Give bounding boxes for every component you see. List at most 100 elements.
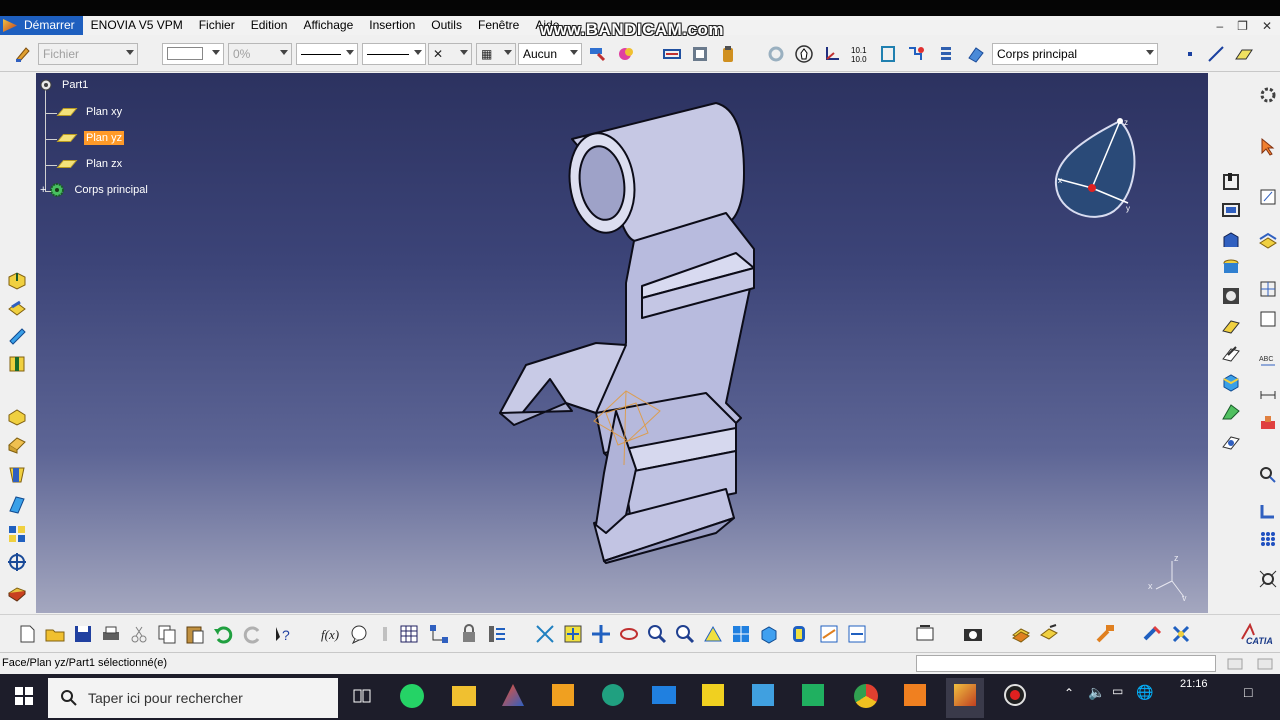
layer-icon-select[interactable]: ▦ [476,43,516,65]
axis-system-icon[interactable] [822,44,842,64]
sketch-icon[interactable] [1258,187,1278,207]
fillet-icon[interactable] [6,405,28,427]
minimize-icon[interactable]: – [1216,19,1223,33]
taskbar-clock[interactable]: 21:16 [1180,678,1208,690]
menu-insertion[interactable]: Insertion [361,16,423,35]
menu-demarrer[interactable]: Démarrer [0,16,83,35]
chrome-icon[interactable] [854,684,878,708]
tree-item-plan-yz[interactable]: Plan yz [56,131,125,145]
redo-icon[interactable] [242,623,264,645]
menu-fichier[interactable]: Fichier [191,16,243,35]
status-tool-icon[interactable] [1256,656,1274,672]
knowledge-icon[interactable] [348,623,370,645]
text-icon[interactable]: ABC [1258,351,1278,371]
layers-icon[interactable] [1258,231,1278,251]
print-icon[interactable] [100,623,122,645]
layer-select[interactable]: Aucun [518,43,582,65]
pad-icon[interactable] [6,269,28,291]
chevron-up-icon[interactable]: ⌃ [1064,686,1074,700]
close-icon[interactable]: ✕ [1262,19,1272,33]
table-icon[interactable] [398,623,420,645]
app-icon[interactable] [904,684,926,706]
constraint-icon[interactable] [1220,315,1242,337]
solid-icon[interactable] [6,581,28,603]
search-zoom-icon[interactable] [1258,465,1278,485]
grid-icon[interactable] [1258,279,1278,299]
store-icon[interactable] [552,684,574,706]
fit-all-in-icon[interactable] [562,623,584,645]
lock-icon[interactable] [458,623,480,645]
select-arrow-icon[interactable] [1258,137,1278,157]
tree-item-corps-principal[interactable]: + Corps principal [40,181,150,199]
hide-icon[interactable] [818,623,840,645]
surface-icon[interactable] [1220,401,1242,423]
tree-structure-icon[interactable] [428,623,450,645]
cylinder-icon[interactable] [1220,257,1242,279]
formula-icon[interactable]: f(x) [320,623,342,645]
save-icon[interactable] [72,623,94,645]
pattern-icon[interactable] [6,523,28,545]
maps-icon[interactable] [802,684,824,706]
shading-icon[interactable] [788,623,810,645]
relations-icon[interactable] [486,623,508,645]
multi-view-icon[interactable] [730,623,752,645]
command-input[interactable] [916,655,1216,672]
tree-item-plan-zx[interactable]: Plan zx [56,157,124,171]
menu-edition[interactable]: Edition [243,16,296,35]
draft-icon[interactable] [6,463,28,485]
target-icon[interactable] [6,551,28,573]
restore-icon[interactable]: ❐ [1237,19,1248,33]
catia-taskbar-button[interactable] [946,678,984,718]
move-icon[interactable] [590,623,612,645]
hole-icon[interactable] [6,353,28,375]
line-type-select[interactable] [362,43,426,65]
hide-show-icon[interactable] [690,44,710,64]
pipe-icon[interactable] [1258,501,1278,521]
cut-icon[interactable] [128,623,150,645]
notifications-icon[interactable]: □ [1244,684,1252,700]
positioned-sketch-icon[interactable] [1220,199,1242,221]
compass-widget[interactable]: y x z [1046,113,1146,223]
format-painter-icon[interactable] [588,44,608,64]
status-tool-icon[interactable] [1226,656,1244,672]
menu-enovia[interactable]: ENOVIA V5 VPM [83,16,191,35]
swap-icon[interactable] [662,44,682,64]
workbench-icon[interactable] [1142,623,1164,645]
app-icon[interactable] [602,684,624,706]
whatsapp-icon[interactable] [400,684,424,708]
menu-fenetre[interactable]: Fenêtre [470,16,527,35]
record-icon[interactable] [1004,684,1026,706]
refresh-icon[interactable] [766,44,786,64]
volume-icon[interactable]: 🔈 [1088,684,1105,701]
cube-icon[interactable] [1220,371,1242,393]
taskbar-search[interactable]: Taper ici pour rechercher [48,678,338,718]
sketcher-icon[interactable] [1220,171,1242,193]
point-icon[interactable] [1180,44,1200,64]
edit-icon[interactable] [1220,343,1242,365]
zoom-in-icon[interactable] [646,623,668,645]
pocket-icon[interactable] [6,297,28,319]
thread-icon[interactable] [6,493,28,515]
help-icon[interactable]: ? [272,623,294,645]
sketch-plane-icon[interactable] [1220,431,1242,453]
iso-view-icon[interactable] [758,623,780,645]
transparency-select[interactable]: 0% [228,43,292,65]
menu-affichage[interactable]: Affichage [295,16,361,35]
line-icon[interactable] [1206,44,1226,64]
stamp-icon[interactable] [1258,413,1278,433]
settings-gear-icon[interactable] [1258,85,1278,105]
body-icon[interactable] [1220,229,1242,251]
sticky-notes-icon[interactable] [702,684,724,706]
windows-start-icon[interactable] [14,686,34,706]
chamfer-icon[interactable] [6,433,28,455]
network-globe-icon[interactable]: 🌐 [1136,684,1153,701]
list-icon[interactable] [936,44,956,64]
analysis-icon[interactable] [906,44,926,64]
mail-icon[interactable] [652,686,676,704]
camera-icon[interactable] [962,623,984,645]
pan-tool-icon[interactable] [534,623,556,645]
expand-plus-icon[interactable]: + [40,184,46,196]
swap-space-icon[interactable] [846,623,868,645]
dimension-icon[interactable] [1258,385,1278,405]
new-file-icon[interactable] [16,623,38,645]
